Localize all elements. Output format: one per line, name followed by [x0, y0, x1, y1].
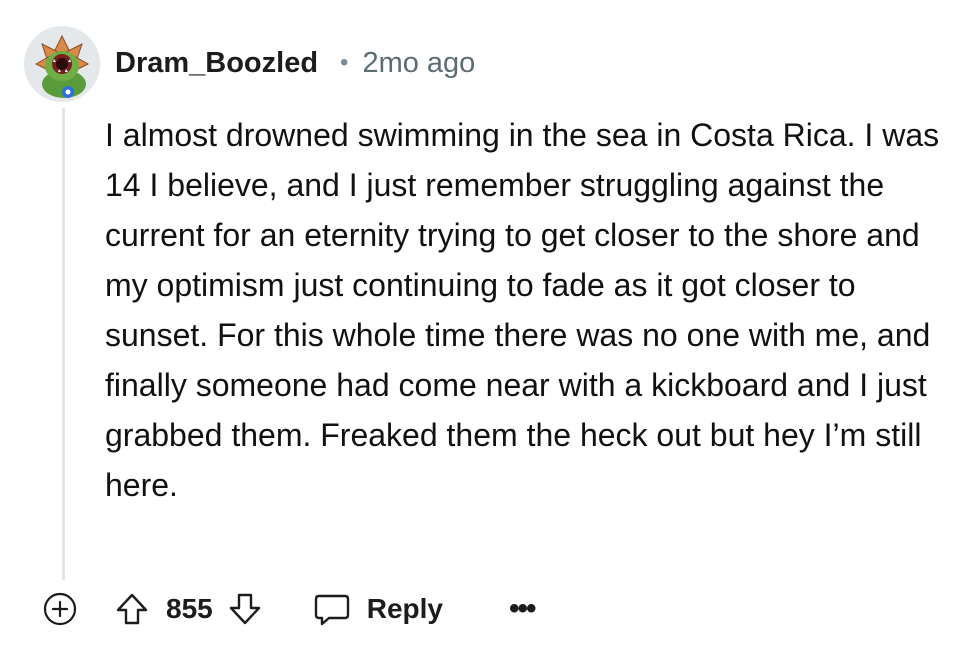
downvote-button[interactable] [225, 589, 265, 629]
demogorgon-avatar-image [34, 34, 90, 98]
timestamp: 2mo ago [362, 46, 476, 79]
arrow-up-icon [116, 593, 148, 625]
vote-count: 855 [166, 593, 213, 624]
comment-actions: 855 Reply ••• [40, 586, 536, 632]
username[interactable]: Dram_Boozled [115, 47, 318, 80]
upvote-button[interactable] [112, 589, 152, 629]
user-avatar[interactable] [24, 26, 100, 102]
comment-body: I almost drowned swimming in the sea in … [105, 117, 940, 503]
plus-circle-icon [43, 592, 77, 626]
speech-bubble-icon [314, 594, 349, 626]
reply-label: Reply [366, 593, 443, 624]
thread-line[interactable] [62, 108, 65, 580]
expand-thread-button[interactable] [40, 589, 80, 629]
more-options-button[interactable]: ••• [508, 589, 536, 629]
ellipsis-icon: ••• [508, 592, 536, 625]
meta-separator: • [340, 49, 349, 76]
arrow-down-icon [229, 593, 260, 625]
comment-meta: Dram_Boozled • 2mo ago [115, 43, 475, 83]
reply-button[interactable]: Reply [313, 586, 443, 632]
